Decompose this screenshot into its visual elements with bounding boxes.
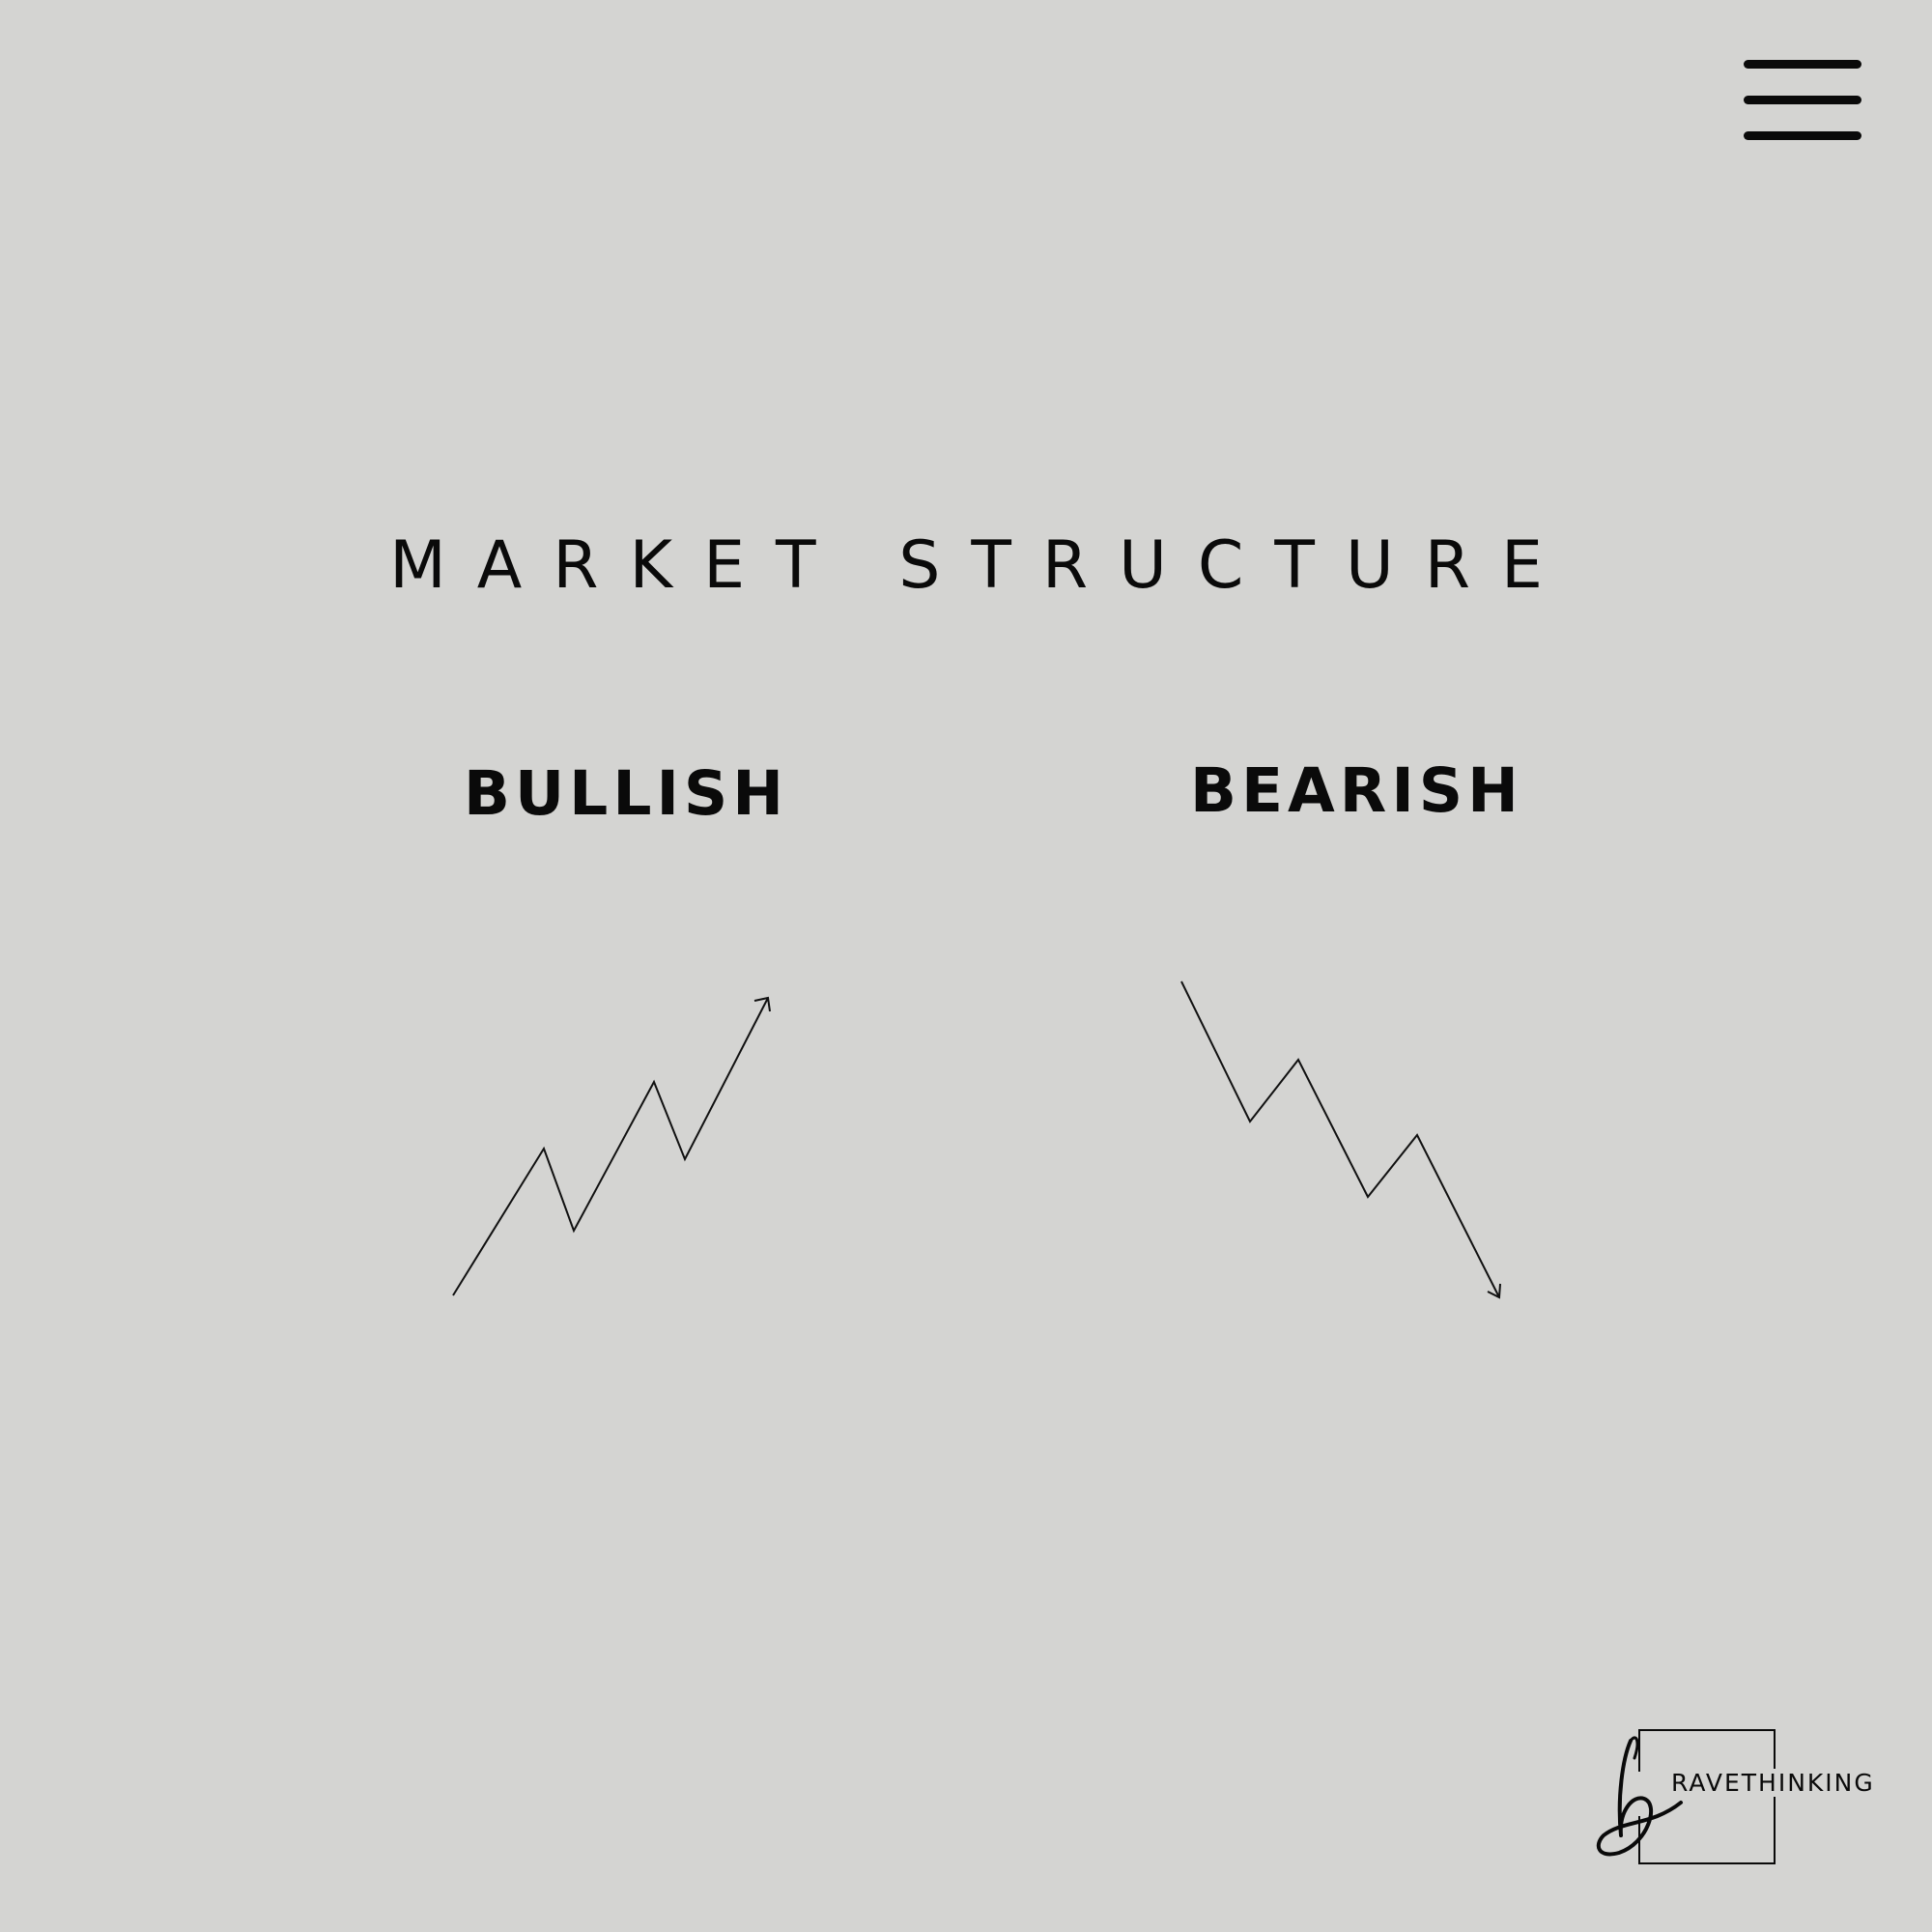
bullish-zigzag-line xyxy=(452,997,769,1296)
bearish-zigzag-line xyxy=(1180,980,1500,1298)
brand-logo: RAVETHINKING xyxy=(1584,1719,1877,1874)
logo-b-script-icon xyxy=(1596,1736,1683,1857)
bearish-zigzag-arrow xyxy=(1180,980,1501,1299)
bullish-zigzag-arrow xyxy=(452,996,771,1296)
logo-wordmark: RAVETHINKING xyxy=(1669,1769,1877,1797)
market-structure-diagram xyxy=(452,980,1501,1299)
